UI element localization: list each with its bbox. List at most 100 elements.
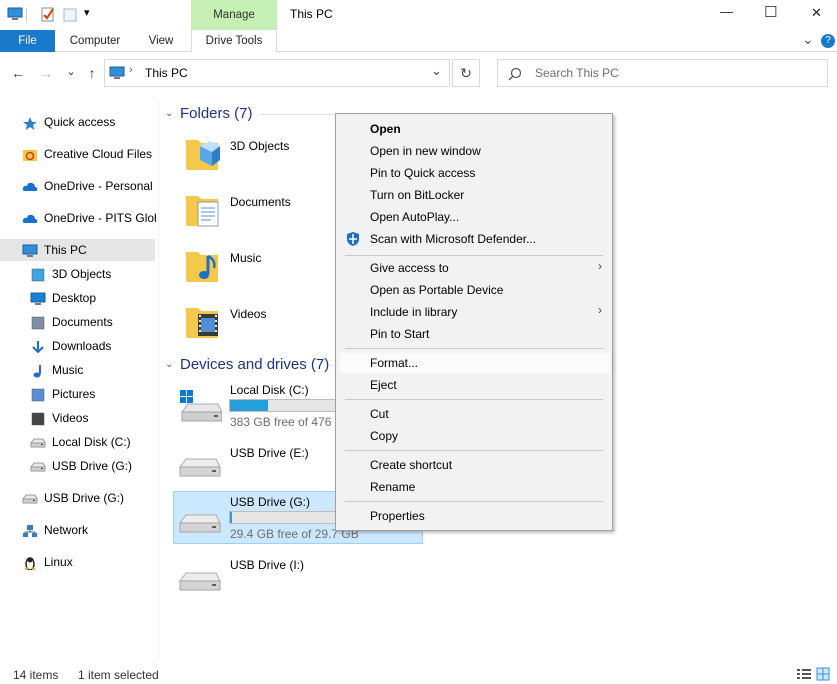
back-button[interactable]: ← (10, 65, 26, 81)
menu-open-new-window[interactable]: Open in new window (370, 142, 481, 160)
cube-icon (186, 140, 220, 170)
submenu-arrow-icon: › (598, 303, 602, 317)
properties-icon[interactable] (40, 6, 56, 22)
menu-cut[interactable]: Cut (370, 405, 389, 423)
pane-divider[interactable] (158, 100, 159, 660)
navigation-pane: Quick access Creative Cloud Files OneDrive… (0, 100, 158, 660)
search-icon (508, 67, 522, 81)
context-menu: › › Open Open in new window Pin to Quick a… (335, 113, 613, 531)
nav-item[interactable]: Downloads (30, 335, 156, 357)
collapse-ribbon-icon[interactable]: ⌄ (802, 31, 814, 48)
menu-create-shortcut[interactable]: Create shortcut (370, 456, 452, 474)
menu-pin-quick-access[interactable]: Pin to Quick access (370, 164, 475, 182)
nav-item-label: This PC (44, 243, 87, 257)
nav-item[interactable]: Pictures (30, 383, 156, 405)
nav-item[interactable]: Desktop (30, 287, 156, 309)
minimize-button[interactable]: — (720, 4, 733, 19)
folder-item[interactable]: Music (180, 240, 330, 292)
nav-item[interactable]: 3D Objects (30, 263, 156, 285)
close-button[interactable]: ✕ (811, 5, 822, 21)
folder-item[interactable]: 3D Objects (180, 128, 330, 180)
this-pc-icon (7, 7, 23, 20)
menu-pin-start[interactable]: Pin to Start (370, 325, 429, 343)
separator (26, 8, 27, 22)
up-button[interactable]: ↑ (84, 65, 100, 81)
folders-group-title[interactable]: Folders (7) (180, 105, 253, 122)
drives-group-title[interactable]: Devices and drives (7) (180, 356, 329, 373)
nav-item[interactable]: Local Disk (C:) (30, 431, 156, 453)
breadcrumb-chevron-icon[interactable]: › (129, 64, 133, 76)
document-icon (30, 315, 46, 330)
menu-separator (345, 501, 603, 502)
nav-item-label: Videos (52, 411, 89, 425)
chevron-down-icon[interactable]: ⌄ (165, 359, 173, 370)
menu-open-autoplay[interactable]: Open AutoPlay... (370, 208, 459, 226)
nav-item[interactable]: Network (22, 519, 156, 541)
cube-icon (30, 267, 46, 282)
menu-properties[interactable]: Properties (370, 507, 425, 525)
menu-format[interactable]: Format... (370, 354, 418, 372)
manage-tab-label[interactable]: Manage (191, 9, 277, 21)
nav-item[interactable]: OneDrive - PITS Glob (22, 207, 156, 229)
nav-item[interactable]: USB Drive (G:) (30, 455, 156, 477)
tab-computer[interactable]: Computer (60, 30, 130, 52)
music-icon (30, 363, 46, 378)
nav-item-label: Quick access (44, 115, 116, 129)
folder-item[interactable]: Videos (180, 296, 330, 348)
menu-include-library[interactable]: Include in library (370, 303, 457, 321)
menu-open-portable-device[interactable]: Open as Portable Device (370, 281, 503, 299)
address-dropdown-button[interactable]: ⌄ (431, 63, 442, 79)
divider (260, 114, 340, 115)
large-icons-view-icon[interactable] (816, 667, 830, 681)
menu-separator (345, 255, 603, 256)
nav-item[interactable]: Videos (30, 407, 156, 429)
nav-item[interactable]: Music (30, 359, 156, 381)
menu-rename[interactable]: Rename (370, 478, 415, 496)
new-folder-icon[interactable] (62, 6, 78, 22)
nav-item[interactable]: OneDrive - Personal (22, 175, 156, 197)
menu-eject[interactable]: Eject (370, 376, 397, 394)
drive-name: USB Drive (I:) (230, 558, 305, 572)
document-icon (186, 196, 219, 227)
nav-item-label: OneDrive - Personal (44, 179, 153, 193)
download-icon (30, 339, 46, 354)
recent-locations-button[interactable]: ⌄ (63, 64, 79, 80)
customize-toolbar-icon[interactable]: ▾ (84, 6, 90, 19)
selection-count: 1 item selected (78, 668, 159, 682)
video-icon (30, 411, 46, 426)
search-placeholder[interactable]: Search This PC (535, 66, 619, 80)
nav-item[interactable]: Creative Cloud Files (22, 143, 156, 165)
forward-button[interactable]: → (38, 65, 54, 81)
nav-item-label: Network (44, 523, 89, 537)
tab-view[interactable]: View (137, 30, 185, 52)
maximize-button[interactable]: ☐ (764, 3, 777, 21)
chevron-down-icon[interactable]: ⌄ (165, 108, 173, 119)
nav-item[interactable]: Quick access (22, 111, 156, 133)
nav-item-label: Music (52, 363, 84, 377)
menu-give-access[interactable]: Give access to (370, 259, 449, 277)
refresh-button[interactable]: ↻ (452, 59, 480, 87)
title-bar: ▾ Manage This PC — ☐ ✕ (0, 0, 837, 30)
menu-scan-defender[interactable]: Scan with Microsoft Defender... (370, 230, 536, 248)
tab-file[interactable]: File (0, 30, 55, 52)
tab-drive-tools[interactable]: Drive Tools (191, 30, 277, 52)
menu-turn-on-bitlocker[interactable]: Turn on BitLocker (370, 186, 464, 204)
item-count: 14 items (13, 668, 59, 682)
details-view-icon[interactable] (796, 668, 812, 680)
help-icon[interactable]: ? (821, 34, 835, 48)
drive-item[interactable]: USB Drive (I:) (174, 552, 424, 602)
nav-item[interactable]: This PC (22, 239, 156, 261)
nav-item[interactable]: Documents (30, 311, 156, 333)
menu-copy[interactable]: Copy (370, 427, 398, 445)
search-box[interactable]: Search This PC (497, 59, 828, 87)
nav-item[interactable]: Linux (22, 551, 156, 573)
status-bar: 14 items 1 item selected (0, 664, 837, 684)
usb-drive-icon (30, 459, 46, 473)
folder-item[interactable]: Documents (180, 184, 330, 236)
address-bar[interactable]: › This PC ⌄ (104, 59, 450, 87)
menu-open[interactable]: Open (370, 120, 401, 138)
nav-item-label: Pictures (52, 387, 96, 401)
breadcrumb[interactable]: This PC (145, 66, 188, 80)
nav-item[interactable]: USB Drive (G:) (22, 487, 156, 509)
nav-item-label: Downloads (52, 339, 112, 353)
